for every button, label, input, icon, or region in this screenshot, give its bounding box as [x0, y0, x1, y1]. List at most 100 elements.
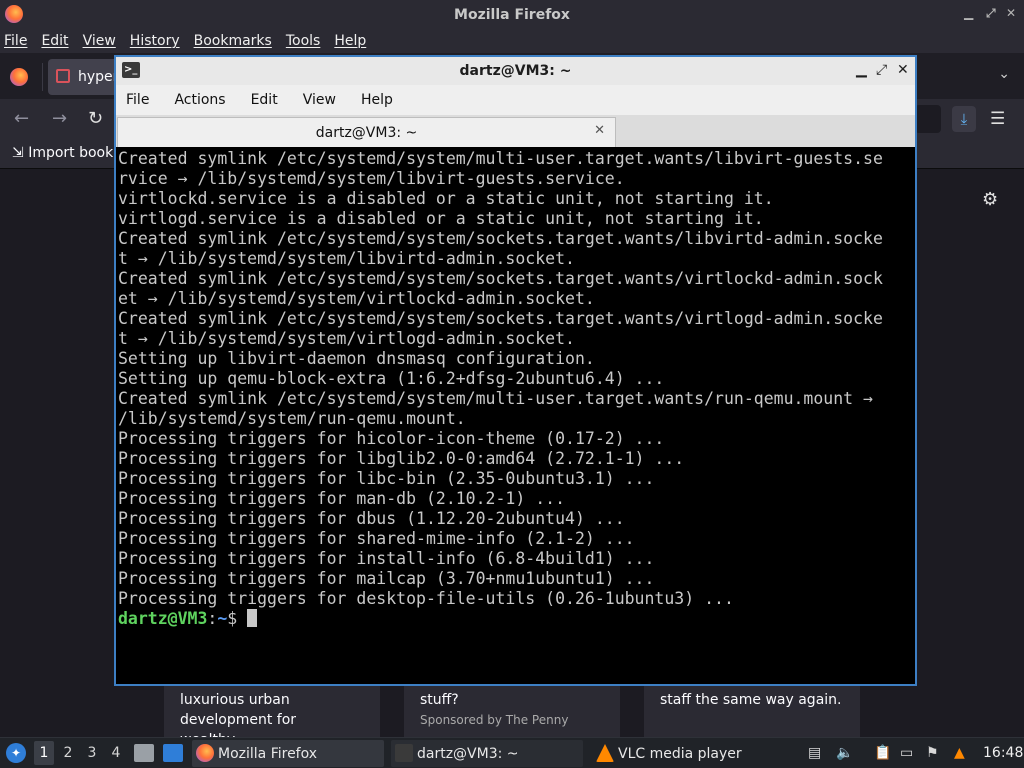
prompt-path: ~	[217, 609, 228, 628]
tab-separator	[42, 63, 43, 91]
workspace-2[interactable]: 2	[58, 745, 78, 761]
workspace-1[interactable]: 1	[34, 741, 54, 765]
start-menu-icon[interactable]: ✦	[6, 743, 26, 763]
back-icon[interactable]: ←	[14, 108, 29, 129]
close-tab-icon[interactable]: ✕	[594, 123, 605, 138]
output-line: Created symlink /etc/systemd/system/sock…	[118, 229, 883, 248]
prompt-separator: :	[207, 609, 218, 628]
card-text: luxurious urban	[180, 692, 290, 708]
menu-edit[interactable]: Edit	[41, 33, 68, 49]
workspace-4[interactable]: 4	[106, 745, 126, 761]
output-line: virtlockd.service is a disabled or a sta…	[118, 189, 774, 208]
text-cursor	[247, 609, 258, 627]
menu-actions[interactable]: Actions	[174, 92, 225, 108]
output-line: Created symlink /etc/systemd/system/mult…	[118, 389, 873, 408]
output-line: Processing triggers for hicolor-icon-the…	[118, 429, 665, 448]
prompt-line[interactable]: dartz@VM3:~$	[118, 609, 915, 629]
vlc-tray-icon[interactable]: ▲	[954, 745, 965, 761]
clipboard-icon[interactable]: 📋	[874, 745, 891, 761]
menu-help[interactable]: Help	[361, 92, 393, 108]
firefox-icon	[5, 5, 23, 23]
forward-icon[interactable]: →	[52, 108, 67, 129]
menu-file[interactable]: File	[126, 92, 149, 108]
terminal-tab[interactable]: dartz@VM3: ~ ✕	[117, 117, 616, 147]
output-line: Processing triggers for shared-mime-info…	[118, 529, 635, 548]
terminal-window: >_ dartz@VM3: ~ ▁ ⤢ ✕ File Actions Edit …	[114, 55, 917, 686]
menu-bookmarks[interactable]: Bookmarks	[194, 33, 272, 49]
close-icon[interactable]: ✕	[1006, 6, 1016, 20]
card-text: development for wealthy…	[180, 712, 297, 737]
terminal-titlebar[interactable]: >_ dartz@VM3: ~ ▁ ⤢ ✕	[116, 57, 915, 85]
file-manager-icon[interactable]	[134, 744, 154, 762]
volume-icon[interactable]: 🔈	[836, 745, 853, 761]
task-firefox[interactable]: Mozilla Firefox	[192, 740, 384, 767]
maximize-icon[interactable]: ⤢	[876, 62, 887, 78]
output-line: et → /lib/systemd/system/virtlockd-admin…	[118, 289, 595, 308]
output-line: Processing triggers for mailcap (3.70+nm…	[118, 569, 655, 588]
task-vlc[interactable]: VLC media player	[592, 740, 784, 767]
task-label: Mozilla Firefox	[218, 745, 318, 762]
output-line: Processing triggers for desktop-file-uti…	[118, 589, 734, 608]
menu-help[interactable]: Help	[334, 33, 366, 49]
output-line: /lib/systemd/system/run-qemu.mount.	[118, 409, 466, 428]
terminal-output[interactable]: Created symlink /etc/systemd/system/mult…	[118, 149, 915, 684]
output-line: Setting up qemu-block-extra (1:6.2+dfsg-…	[118, 369, 665, 388]
terminal-menubar: File Actions Edit View Help	[116, 85, 915, 115]
taskbar: ✦ 1 2 3 4 Mozilla Firefox dartz@VM3: ~ V…	[0, 737, 1024, 768]
reload-icon[interactable]: ↻	[88, 108, 103, 129]
firefox-icon	[196, 744, 214, 762]
task-terminal[interactable]: dartz@VM3: ~	[391, 740, 583, 767]
news-card[interactable]: staff the same way again.	[644, 686, 860, 737]
tab-favicon-icon	[56, 69, 70, 83]
firefox-menubar: File Edit View History Bookmarks Tools H…	[0, 29, 1024, 53]
clock[interactable]: 16:48	[983, 745, 1023, 761]
output-line: t → /lib/systemd/system/libvirtd-admin.s…	[118, 249, 575, 268]
menu-view[interactable]: View	[83, 33, 116, 49]
output-line: rvice → /lib/systemd/system/libvirt-gues…	[118, 169, 625, 188]
news-card[interactable]: luxurious urban development for wealthy…	[164, 686, 380, 737]
output-line: Created symlink /etc/systemd/system/sock…	[118, 269, 883, 288]
task-label: dartz@VM3: ~	[417, 745, 519, 762]
task-label: VLC media player	[618, 745, 742, 762]
card-text: staff the same way again.	[660, 692, 842, 708]
firefox-window-title: Mozilla Firefox	[454, 6, 570, 23]
card-sponsor: Sponsored by The Penny	[420, 713, 569, 727]
show-desktop-icon[interactable]	[163, 744, 183, 762]
output-line: Processing triggers for dbus (1.12.20-2u…	[118, 509, 625, 528]
menu-icon[interactable]: ☰	[990, 109, 1005, 129]
close-icon[interactable]: ✕	[897, 62, 909, 78]
import-bookmarks-link[interactable]: ⇲ Import book	[12, 145, 113, 161]
terminal-tabbar: dartz@VM3: ~ ✕	[116, 115, 915, 147]
workspace-3[interactable]: 3	[82, 745, 102, 761]
maximize-icon[interactable]: ⤢	[986, 6, 996, 21]
tab-title: hyper	[78, 69, 119, 85]
download-icon[interactable]: ⤓	[952, 106, 976, 132]
terminal-icon: >_	[122, 62, 140, 78]
menu-file[interactable]: File	[4, 33, 27, 49]
news-card[interactable]: stuff? Sponsored by The Penny	[404, 686, 620, 737]
minimize-icon[interactable]: ▁	[964, 6, 973, 20]
output-line: Setting up libvirt-daemon dnsmasq config…	[118, 349, 595, 368]
output-line: Processing triggers for libc-bin (2.35-0…	[118, 469, 655, 488]
output-line: Processing triggers for man-db (2.10.2-1…	[118, 489, 566, 508]
menu-history[interactable]: History	[130, 33, 180, 49]
prompt-symbol: $	[227, 609, 248, 628]
menu-tools[interactable]: Tools	[286, 33, 321, 49]
terminal-window-title: dartz@VM3: ~	[459, 63, 572, 79]
terminal-icon	[395, 744, 413, 762]
menu-view[interactable]: View	[303, 92, 336, 108]
network-icon[interactable]: ▭	[900, 745, 913, 761]
vlc-icon	[596, 744, 614, 762]
import-bookmarks-label: Import book	[28, 145, 114, 161]
chevron-down-icon[interactable]: ⌄	[998, 66, 1010, 82]
output-line: t → /lib/systemd/system/virtlogd-admin.s…	[118, 329, 575, 348]
output-line: Processing triggers for install-info (6.…	[118, 549, 655, 568]
drive-icon[interactable]: ▤	[808, 745, 821, 761]
notification-icon[interactable]: ⚑	[926, 745, 939, 761]
menu-edit[interactable]: Edit	[251, 92, 278, 108]
url-bar[interactable]	[915, 105, 941, 133]
firefox-view-icon[interactable]	[10, 68, 28, 86]
gear-icon[interactable]: ⚙	[982, 189, 998, 210]
minimize-icon[interactable]: ▁	[856, 62, 867, 78]
output-line: Processing triggers for libglib2.0-0:amd…	[118, 449, 685, 468]
